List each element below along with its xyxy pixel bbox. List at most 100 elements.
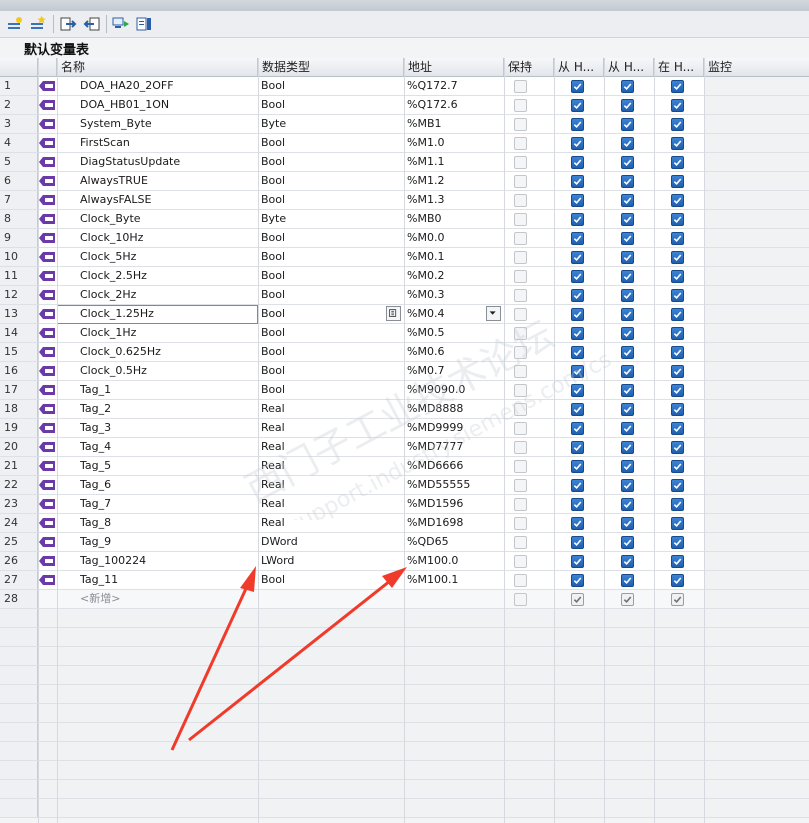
retain-checkbox[interactable] xyxy=(514,517,527,530)
c2-checkbox[interactable] xyxy=(621,574,634,587)
tag-name[interactable]: Clock_1.25Hz xyxy=(57,305,257,323)
tag-datatype[interactable]: Real xyxy=(258,495,404,513)
c2-checkbox[interactable] xyxy=(621,327,634,340)
c1-checkbox[interactable] xyxy=(571,194,584,207)
c2-checkbox[interactable] xyxy=(621,365,634,378)
c1-checkbox[interactable] xyxy=(571,403,584,416)
c1-checkbox[interactable] xyxy=(571,384,584,397)
c3-checkbox[interactable] xyxy=(671,346,684,359)
tag-name[interactable]: Tag_9 xyxy=(57,533,257,551)
retain-checkbox[interactable] xyxy=(514,460,527,473)
c2-checkbox[interactable] xyxy=(621,384,634,397)
default-checkbox[interactable] xyxy=(621,593,634,606)
c3-checkbox[interactable] xyxy=(671,327,684,340)
tag-datatype[interactable]: Bool xyxy=(258,305,404,323)
retain-checkbox[interactable] xyxy=(514,194,527,207)
c3-checkbox[interactable] xyxy=(671,118,684,131)
c3-checkbox[interactable] xyxy=(671,232,684,245)
monitor-icon[interactable] xyxy=(112,15,130,33)
tag-address[interactable]: %M0.7 xyxy=(404,362,504,380)
tag-name[interactable]: Clock_0.625Hz xyxy=(57,343,257,361)
c3-checkbox[interactable] xyxy=(671,213,684,226)
retain-checkbox[interactable] xyxy=(514,384,527,397)
c1-checkbox[interactable] xyxy=(571,460,584,473)
tag-address[interactable]: %MD8888 xyxy=(404,400,504,418)
c2-checkbox[interactable] xyxy=(621,289,634,302)
c2-checkbox[interactable] xyxy=(621,422,634,435)
tag-name[interactable]: Tag_5 xyxy=(57,457,257,475)
c2-checkbox[interactable] xyxy=(621,137,634,150)
tag-datatype[interactable]: Bool xyxy=(258,191,404,209)
tag-datatype[interactable]: Bool xyxy=(258,381,404,399)
row-number[interactable]: 12 xyxy=(0,286,38,304)
row-number[interactable]: 15 xyxy=(0,343,38,361)
tag-address[interactable]: %M0.0 xyxy=(404,229,504,247)
header-name[interactable]: 名称 xyxy=(57,58,258,76)
tag-address[interactable]: %M100.1 xyxy=(404,571,504,589)
row-number[interactable]: 10 xyxy=(0,248,38,266)
c1-checkbox[interactable] xyxy=(571,213,584,226)
tag-datatype[interactable]: Bool xyxy=(258,343,404,361)
header-access[interactable]: 从 H... xyxy=(554,58,604,76)
row-number[interactable]: 23 xyxy=(0,495,38,513)
c2-checkbox[interactable] xyxy=(621,308,634,321)
tag-datatype[interactable]: Bool xyxy=(258,267,404,285)
tag-address[interactable]: %MD1698 xyxy=(404,514,504,532)
c2-checkbox[interactable] xyxy=(621,460,634,473)
c1-checkbox[interactable] xyxy=(571,80,584,93)
retain-checkbox[interactable] xyxy=(514,403,527,416)
tag-datatype[interactable]: Real xyxy=(258,419,404,437)
tag-name[interactable]: Clock_5Hz xyxy=(57,248,257,266)
tag-address[interactable]: %M0.1 xyxy=(404,248,504,266)
header-write[interactable]: 从 H... xyxy=(604,58,654,76)
c3-checkbox[interactable] xyxy=(671,555,684,568)
row-number[interactable]: 11 xyxy=(0,267,38,285)
c1-checkbox[interactable] xyxy=(571,365,584,378)
export-icon[interactable] xyxy=(59,15,77,33)
tag-name[interactable]: Clock_2.5Hz xyxy=(57,267,257,285)
row-number[interactable]: 19 xyxy=(0,419,38,437)
row-number[interactable]: 25 xyxy=(0,533,38,551)
retain-checkbox[interactable] xyxy=(514,327,527,340)
retain-checkbox[interactable] xyxy=(514,555,527,568)
c2-checkbox[interactable] xyxy=(621,270,634,283)
row-number[interactable]: 4 xyxy=(0,134,38,152)
retain-checkbox[interactable] xyxy=(514,593,527,606)
c1-checkbox[interactable] xyxy=(571,175,584,188)
c3-checkbox[interactable] xyxy=(671,99,684,112)
tag-address[interactable]: %M1.1 xyxy=(404,153,504,171)
row-number[interactable]: 14 xyxy=(0,324,38,342)
tag-address[interactable]: %MD9999 xyxy=(404,419,504,437)
c3-checkbox[interactable] xyxy=(671,137,684,150)
retain-checkbox[interactable] xyxy=(514,213,527,226)
tag-datatype[interactable]: Real xyxy=(258,514,404,532)
tag-datatype[interactable]: Real xyxy=(258,438,404,456)
tag-datatype[interactable]: Bool xyxy=(258,134,404,152)
c2-checkbox[interactable] xyxy=(621,118,634,131)
retain-checkbox[interactable] xyxy=(514,422,527,435)
tag-datatype[interactable]: Bool xyxy=(258,229,404,247)
c2-checkbox[interactable] xyxy=(621,517,634,530)
tag-datatype[interactable]: DWord xyxy=(258,533,404,551)
c2-checkbox[interactable] xyxy=(621,232,634,245)
c1-checkbox[interactable] xyxy=(571,441,584,454)
c1-checkbox[interactable] xyxy=(571,327,584,340)
tag-datatype[interactable]: Bool xyxy=(258,324,404,342)
c2-checkbox[interactable] xyxy=(621,441,634,454)
c3-checkbox[interactable] xyxy=(671,270,684,283)
c1-checkbox[interactable] xyxy=(571,251,584,264)
retain-checkbox[interactable] xyxy=(514,270,527,283)
header-visible[interactable]: 在 H... xyxy=(654,58,704,76)
tag-name[interactable]: Tag_3 xyxy=(57,419,257,437)
row-number[interactable]: 17 xyxy=(0,381,38,399)
c3-checkbox[interactable] xyxy=(671,460,684,473)
tag-datatype[interactable]: Bool xyxy=(258,286,404,304)
tag-address[interactable]: %Q172.7 xyxy=(404,77,504,95)
retain-checkbox[interactable] xyxy=(514,232,527,245)
c2-checkbox[interactable] xyxy=(621,175,634,188)
tag-name[interactable]: Tag_8 xyxy=(57,514,257,532)
c1-checkbox[interactable] xyxy=(571,498,584,511)
row-number[interactable]: 16 xyxy=(0,362,38,380)
tag-datatype[interactable]: Real xyxy=(258,476,404,494)
c3-checkbox[interactable] xyxy=(671,365,684,378)
